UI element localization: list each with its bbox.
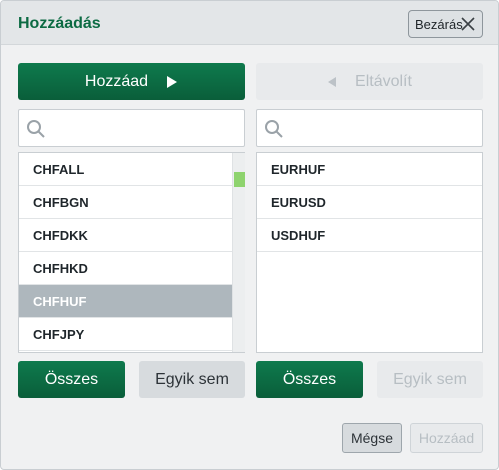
confirm-add-button[interactable]: Hozzáad (410, 423, 483, 453)
list-item[interactable]: CHFBGN (19, 186, 244, 219)
remove-selected-button[interactable]: Eltávolít (256, 63, 483, 100)
left-search-field (18, 109, 245, 147)
right-select-all-button[interactable]: Összes (256, 361, 363, 398)
list-item[interactable]: CHFHKD (19, 252, 244, 285)
available-list-scrollbar[interactable] (232, 153, 245, 352)
dialog-title: Hozzáadás (18, 15, 101, 32)
search-icon (265, 120, 283, 138)
cancel-button[interactable]: Mégse (342, 423, 402, 453)
close-button[interactable]: Bezárás (408, 10, 483, 38)
list-item[interactable]: EURUSD (257, 186, 482, 219)
list-item[interactable]: CHFALL (19, 153, 244, 186)
list-item[interactable]: EURHUF (257, 153, 482, 186)
add-selected-button[interactable]: Hozzáad (18, 63, 245, 100)
list-item-selected[interactable]: CHFHUF (19, 285, 244, 318)
search-icon (27, 120, 45, 138)
list-item[interactable]: USDHUF (257, 219, 482, 252)
right-search-field (256, 109, 483, 147)
list-item[interactable]: CHFJPY (19, 318, 244, 351)
dialog-header: Hozzáadás Bezárás (1, 1, 498, 45)
right-select-none-button[interactable]: Egyik sem (377, 361, 483, 398)
close-icon (461, 17, 475, 31)
left-select-none-button[interactable]: Egyik sem (139, 361, 245, 398)
left-select-all-button[interactable]: Összes (18, 361, 125, 398)
add-selected-label: Hozzáad (84, 72, 149, 90)
remove-selected-label: Eltávolít (355, 72, 412, 90)
scrollbar-thumb[interactable] (234, 172, 245, 187)
available-list: CHFALL CHFBGN CHFDKK CHFHKD CHFHUF CHFJP… (18, 152, 245, 353)
arrow-right-icon (167, 75, 178, 88)
selected-list: EURHUF EURUSD USDHUF (256, 152, 483, 353)
right-search-input[interactable] (291, 112, 476, 144)
list-item[interactable]: CHFDKK (19, 219, 244, 252)
left-search-input[interactable] (53, 112, 238, 144)
add-dialog: Hozzáadás Bezárás Hozzáad Eltávolít CHFA… (0, 0, 499, 470)
arrow-left-icon (328, 76, 337, 87)
close-button-label: Bezárás (415, 16, 463, 32)
